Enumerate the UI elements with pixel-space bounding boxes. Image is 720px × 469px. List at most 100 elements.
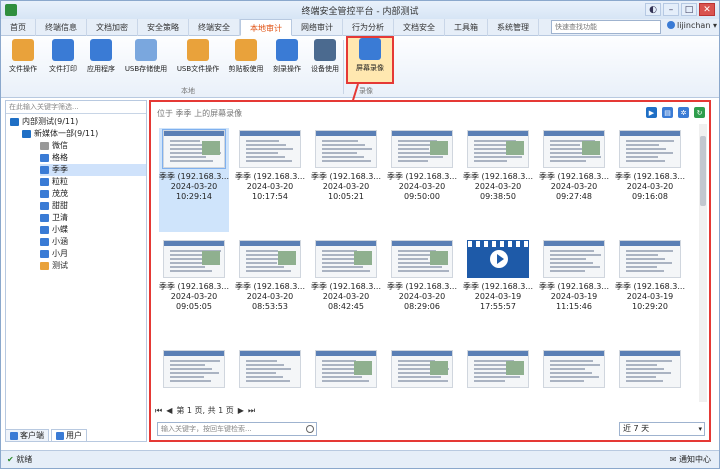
menu-tab[interactable]: 首页 (1, 19, 36, 36)
thumb-line (322, 148, 372, 150)
play-icon[interactable]: ▶ (646, 107, 657, 118)
chevron-down-icon: ▾ (698, 425, 702, 433)
tree-user-item[interactable]: 粒粒 (40, 176, 68, 188)
recording-item[interactable] (159, 348, 229, 404)
thumb-image (202, 141, 220, 155)
recording-item[interactable] (615, 348, 685, 404)
recording-item[interactable]: 季季 (192.168.3... 2024-03-20 10:17:54 (235, 128, 305, 232)
menu-tab[interactable]: 安全策略 (138, 19, 189, 36)
tree-user-item[interactable]: 小月 (40, 248, 68, 260)
tree-dept[interactable]: 新媒体一部(9/11) (22, 128, 98, 140)
recording-item[interactable]: 季季 (192.168.3... 2024-03-19 11:15:46 (539, 238, 609, 342)
thumb-line (626, 372, 671, 374)
recording-name: 季季 (192.168.3... (615, 172, 686, 181)
ribbon-button[interactable]: USB文件操作 (173, 39, 223, 83)
tree-filter-input[interactable]: 在此输入关键字筛选... (6, 101, 146, 114)
detail-view-icon[interactable]: ▤ (662, 107, 673, 118)
tree-user-item[interactable]: 卫清 (40, 212, 68, 224)
minimize-button[interactable]: – (663, 3, 679, 16)
recording-item[interactable]: 季季 (192.168.3... 2024-03-20 08:29:06 (387, 238, 457, 342)
tree-user-item[interactable]: 小涵 (40, 236, 68, 248)
refresh-icon[interactable]: ↻ (694, 107, 705, 118)
tree-user-item[interactable]: 季季 (40, 164, 146, 176)
recording-item[interactable]: 季季 (192.168.3... 2024-03-19 17:55:57 (463, 238, 533, 342)
thumb-line (626, 156, 658, 158)
recording-name: 季季 (192.168.3... (159, 282, 230, 291)
ribbon-button[interactable]: 文件操作 (5, 39, 41, 83)
recording-item[interactable]: 季季 (192.168.3... 2024-03-20 09:16:08 (615, 128, 685, 232)
menu-tab[interactable]: 文档安全 (394, 19, 445, 36)
ribbon-button[interactable]: 设备使用 (307, 39, 343, 83)
scrollbar-thumb[interactable] (700, 136, 706, 206)
recording-item[interactable]: 季季 (192.168.3... 2024-03-20 09:27:48 (539, 128, 609, 232)
screen-record-button[interactable]: 屏幕录像 (346, 36, 394, 84)
recording-thumbnail (467, 130, 529, 168)
ribbon-button[interactable]: USB存储使用 (121, 39, 171, 83)
thumb-image (202, 251, 220, 265)
ribbon-button[interactable]: 剪贴板使用 (225, 39, 267, 83)
recording-item[interactable]: 季季 (192.168.3... 2024-03-20 09:50:00 (387, 128, 457, 232)
next-page-button[interactable]: ▶ (238, 406, 244, 415)
recording-item[interactable] (311, 348, 381, 404)
menu-tab[interactable]: 终端安全 (189, 19, 240, 36)
thumb-line (474, 368, 506, 370)
recording-item[interactable]: 季季 (192.168.3... 2024-03-19 10:29:20 (615, 238, 685, 342)
recording-item[interactable]: 季季 (192.168.3... 2024-03-20 10:05:21 (311, 128, 381, 232)
menu-tab[interactable]: 行为分析 (343, 19, 394, 36)
settings-gear-icon[interactable]: ✲ (678, 107, 689, 118)
thumb-titlebar (316, 351, 376, 356)
maximize-button[interactable]: □ (681, 3, 697, 16)
skin-button[interactable]: ◐ (645, 3, 661, 16)
recording-search-input[interactable]: 输入关键字，按回车键检索... (157, 422, 317, 436)
first-page-button[interactable]: ⏮ (155, 406, 162, 416)
menu-tab[interactable]: 系统管理 (488, 19, 539, 36)
tree-user-item[interactable]: 小蝶 (40, 224, 68, 236)
tree-user-item[interactable]: 茂茂 (40, 188, 68, 200)
ribbon-button[interactable]: 刻录操作 (269, 39, 305, 83)
recording-item[interactable]: 季季 (192.168.3... 2024-03-20 08:53:53 (235, 238, 305, 342)
date-range-select[interactable]: 近 7 天 ▾ (619, 422, 705, 436)
tree-node-label: 季季 (52, 165, 68, 174)
grid-scrollbar[interactable] (699, 124, 707, 402)
tab-user[interactable]: 用户 (51, 429, 87, 442)
recording-item[interactable]: 季季 (192.168.3... 2024-03-20 10:29:14 (159, 128, 229, 232)
quick-search-input[interactable]: 快速查找功能 (551, 20, 661, 34)
notification-center-link[interactable]: ✉ 通知中心 (670, 454, 711, 465)
clipboard-icon (235, 39, 257, 61)
menu-tab[interactable]: 网络审计 (292, 19, 343, 36)
user-menu[interactable]: lijinchan ▾ (667, 21, 717, 30)
search-icon[interactable] (306, 425, 314, 433)
recording-item[interactable] (235, 348, 305, 404)
tree-user-item[interactable]: 测试 (40, 260, 68, 272)
tree-node-icon (40, 190, 49, 198)
disc-icon (276, 39, 298, 61)
thumb-line (322, 262, 356, 264)
thumb-line (626, 376, 656, 378)
ribbon-button[interactable]: 文件打印 (45, 39, 81, 83)
tree-user-item[interactable]: 甜甜 (40, 200, 68, 212)
menu-tab[interactable]: 文档加密 (87, 19, 138, 36)
menu-tab[interactable]: 终端信息 (36, 19, 87, 36)
menu-tab[interactable]: 工具箱 (445, 19, 488, 36)
status-ready: ✔ 就绪 (7, 455, 33, 464)
close-button[interactable]: ✕ (699, 3, 715, 16)
recording-item[interactable]: 季季 (192.168.3... 2024-03-20 09:05:05 (159, 238, 229, 342)
last-page-button[interactable]: ⏭ (248, 406, 255, 416)
tree-user-item[interactable]: 微信 (40, 140, 68, 152)
prev-page-button[interactable]: ◀ (166, 406, 172, 415)
recording-item[interactable]: 季季 (192.168.3... 2024-03-20 08:42:45 (311, 238, 381, 342)
thumb-line (550, 250, 594, 252)
recording-item[interactable] (463, 348, 533, 404)
thumb-line (626, 368, 664, 370)
tree-user-item[interactable]: 格格 (40, 152, 68, 164)
recording-item[interactable] (387, 348, 457, 404)
ribbon-button[interactable]: 应用程序 (83, 39, 119, 83)
recording-item[interactable] (539, 348, 609, 404)
recording-item[interactable]: 季季 (192.168.3... 2024-03-20 09:38:50 (463, 128, 533, 232)
thumb-line (550, 160, 586, 162)
tree-root[interactable]: 内部测试(9/11) (10, 116, 78, 128)
thumb-titlebar (240, 131, 300, 136)
tab-client[interactable]: 客户端 (5, 429, 49, 442)
recording-name: 季季 (192.168.3... (539, 282, 610, 291)
menu-tab[interactable]: 本地审计 (240, 19, 292, 36)
